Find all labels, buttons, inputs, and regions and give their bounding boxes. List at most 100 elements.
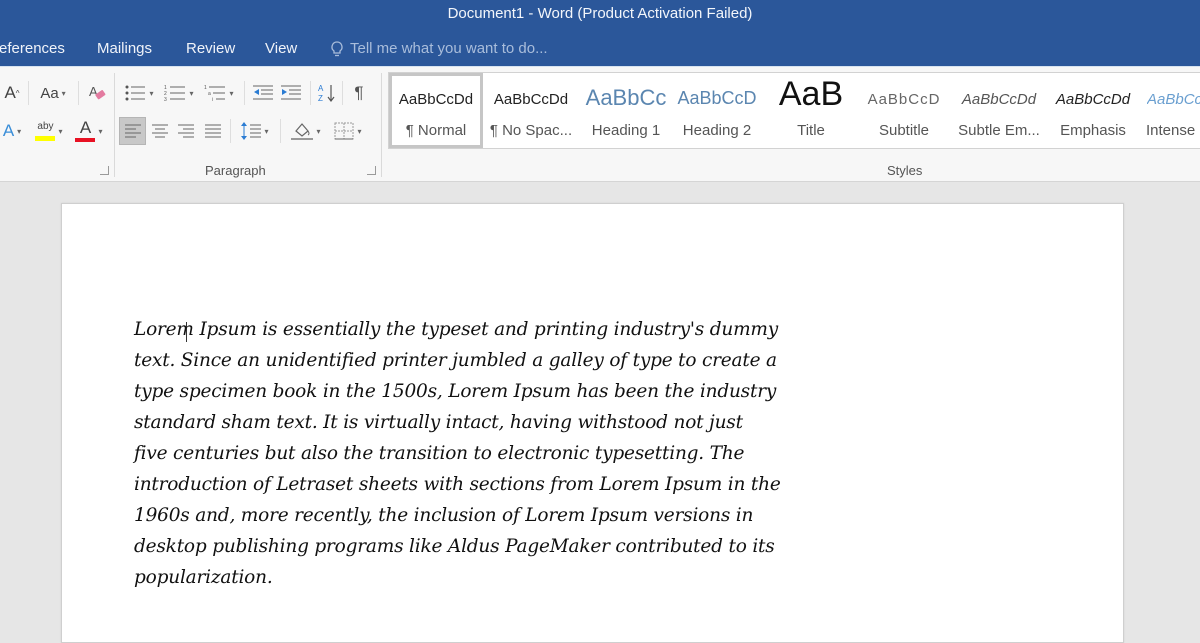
change-case-button[interactable]: Aa ▾ xyxy=(34,81,72,105)
style-sample: AaBbCcDd xyxy=(1147,91,1200,108)
font-dialog-launcher[interactable] xyxy=(100,166,109,175)
chevron-down-icon: ▾ xyxy=(17,126,22,136)
style-sample: AaB xyxy=(778,75,844,113)
chevron-down-icon: ▾ xyxy=(149,88,154,98)
tell-me-placeholder: Tell me what you want to do... xyxy=(350,40,548,57)
tab-review[interactable]: Review xyxy=(186,40,235,57)
text-line: five centuries but also the transition t… xyxy=(134,443,745,464)
numbered-list-icon: 1 2 3 xyxy=(164,85,186,102)
style-name: Heading 2 xyxy=(682,122,752,139)
text-effects-button[interactable]: A ▾ xyxy=(0,119,24,143)
decrease-indent-button[interactable] xyxy=(250,81,276,105)
borders-icon xyxy=(334,122,354,140)
chevron-down-icon: ▾ xyxy=(98,126,103,136)
chevron-down-icon: ▾ xyxy=(316,126,321,136)
align-left-button[interactable] xyxy=(119,117,146,145)
style-name: Subtle Em... xyxy=(958,122,1040,139)
align-left-icon xyxy=(124,124,141,138)
style-name: Subtitle xyxy=(878,122,930,139)
document-body[interactable]: Lorem Ipsum is essentially the typeset a… xyxy=(134,314,854,593)
tab-references[interactable]: eferences xyxy=(0,40,65,57)
shading-button[interactable]: ▾ xyxy=(286,117,326,145)
multilevel-list-button[interactable]: 1 a i ▾ xyxy=(200,81,238,105)
increase-indent-button[interactable] xyxy=(278,81,304,105)
highlight-color-swatch xyxy=(35,135,56,141)
increase-indent-icon xyxy=(281,85,301,100)
font-color-button[interactable]: A ▾ xyxy=(70,117,108,145)
justify-icon xyxy=(205,124,221,138)
style-subtitle[interactable]: AaBbCcD Subtitle xyxy=(859,73,949,148)
numbering-button[interactable]: 1 2 3 ▾ xyxy=(160,81,198,105)
show-marks-button[interactable]: ¶ xyxy=(348,81,370,105)
styles-group-label: Styles xyxy=(887,163,923,178)
decrease-indent-icon xyxy=(253,85,273,100)
styles-gallery: AaBbCcDd ¶ Normal AaBbCcDd ¶ No Spac... … xyxy=(388,72,1200,149)
sort-az-icon: A Z xyxy=(318,84,335,103)
tab-mailings[interactable]: Mailings xyxy=(97,40,152,57)
text-line: 1960s and, more recently, the inclusion … xyxy=(134,505,754,526)
document-area: Lorem Ipsum is essentially the typeset a… xyxy=(0,183,1200,643)
paint-bucket-icon xyxy=(291,123,314,140)
document-page[interactable]: Lorem Ipsum is essentially the typeset a… xyxy=(61,203,1124,643)
style-heading-2[interactable]: AaBbCcD Heading 2 xyxy=(674,73,760,148)
bullet-list-icon xyxy=(125,85,146,101)
style-sample: AaBbCcDd xyxy=(961,91,1037,108)
borders-button[interactable]: ▾ xyxy=(328,117,368,145)
chevron-down-icon: ▾ xyxy=(61,88,66,98)
title-bar: Document1 - Word (Product Activation Fai… xyxy=(0,0,1200,30)
text-line: standard sham text. It is virtually inta… xyxy=(134,412,743,433)
svg-text:a: a xyxy=(208,91,211,97)
highlight-color-button[interactable]: aby ▾ xyxy=(30,117,68,145)
style-intense-emphasis[interactable]: AaBbCcDd Intense xyxy=(1141,73,1200,148)
chevron-down-icon: ▾ xyxy=(264,126,269,136)
text-line: Lorem Ipsum is essentially the typeset a… xyxy=(134,319,779,340)
style-name: Title xyxy=(797,122,825,139)
sort-button[interactable]: A Z xyxy=(316,81,338,105)
svg-text:i: i xyxy=(212,97,213,102)
style-sample: AaBbCcD xyxy=(867,91,941,108)
group-separator xyxy=(114,73,115,177)
style-sample: AaBbCcDd xyxy=(1055,91,1131,108)
clear-formatting-icon: A xyxy=(89,84,106,100)
style-heading-1[interactable]: AaBbCc Heading 1 xyxy=(581,73,671,148)
chevron-down-icon: ▾ xyxy=(229,88,234,98)
text-line: desktop publishing programs like Aldus P… xyxy=(134,536,775,557)
style-subtle-emphasis[interactable]: AaBbCcDd Subtle Em... xyxy=(951,73,1047,148)
paragraph-dialog-launcher[interactable] xyxy=(367,166,376,175)
tell-me-box[interactable]: Tell me what you want to do... xyxy=(330,40,548,57)
svg-text:Z: Z xyxy=(318,94,323,103)
svg-text:3: 3 xyxy=(164,97,167,102)
style-name: ¶ No Spac... xyxy=(489,122,573,139)
align-center-icon xyxy=(152,124,168,138)
text-line: introduction of Letraset sheets with sec… xyxy=(134,474,781,495)
grow-font-button[interactable]: A ^ xyxy=(2,81,22,105)
line-spacing-icon xyxy=(241,122,262,140)
multilevel-list-icon: 1 a i xyxy=(204,85,226,102)
style-name: ¶ Normal xyxy=(405,122,467,139)
clear-formatting-button[interactable]: A xyxy=(86,81,108,105)
bullets-button[interactable]: ▾ xyxy=(120,81,158,105)
align-right-button[interactable] xyxy=(174,117,198,145)
justify-button[interactable] xyxy=(201,117,225,145)
style-sample: AaBbCcD xyxy=(677,88,757,108)
style-sample: AaBbCcDd xyxy=(493,91,569,108)
style-no-spacing[interactable]: AaBbCcDd ¶ No Spac... xyxy=(484,73,578,148)
tab-view[interactable]: View xyxy=(265,40,297,57)
align-right-icon xyxy=(178,124,194,138)
style-sample: AaBbCcDd xyxy=(398,91,474,108)
style-normal[interactable]: AaBbCcDd ¶ Normal xyxy=(389,73,483,148)
text-line: type specimen book in the 1500s, Lorem I… xyxy=(134,381,777,402)
chevron-down-icon: ▾ xyxy=(58,126,63,136)
style-title[interactable]: AaB Title xyxy=(764,73,858,148)
style-sample: AaBbCc xyxy=(585,85,667,110)
line-spacing-button[interactable]: ▾ xyxy=(236,117,274,145)
ribbon-tab-bar: eferences Mailings Review View Tell me w… xyxy=(0,30,1200,66)
paragraph-group-label: Paragraph xyxy=(205,163,266,178)
style-emphasis[interactable]: AaBbCcDd Emphasis xyxy=(1049,73,1137,148)
text-line: text. Since an unidentified printer jumb… xyxy=(134,350,777,371)
chevron-down-icon: ▾ xyxy=(189,88,194,98)
lightbulb-icon xyxy=(331,40,343,56)
align-center-button[interactable] xyxy=(148,117,172,145)
text-line: popularization. xyxy=(134,567,273,588)
chevron-down-icon: ▾ xyxy=(357,126,362,136)
